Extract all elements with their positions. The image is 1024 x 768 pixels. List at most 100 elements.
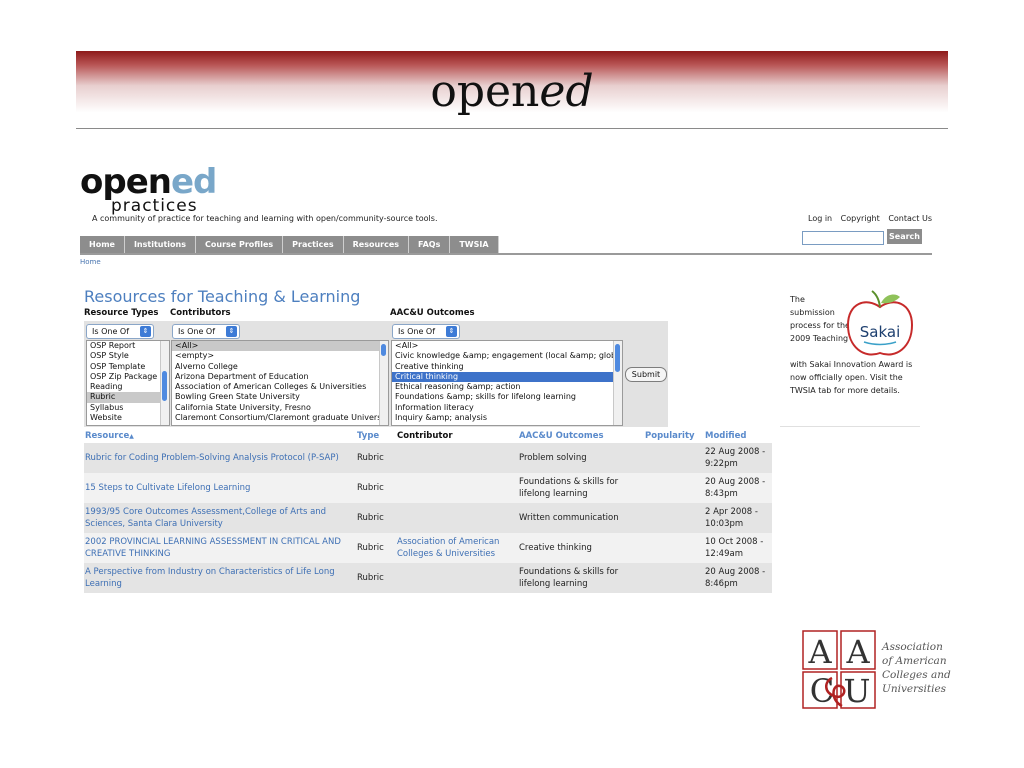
types-operator-select[interactable]: Is One Of ⇕ bbox=[86, 324, 154, 339]
sidebar-divider bbox=[780, 426, 920, 427]
outcomes-scrollbar[interactable] bbox=[613, 341, 622, 425]
contributors-listbox[interactable]: <All> <empty> Alverno College Arizona De… bbox=[171, 340, 389, 426]
award-text-b: with Sakai Innovation Award is now offic… bbox=[790, 360, 913, 395]
list-item[interactable]: <empty> bbox=[172, 351, 388, 361]
list-item[interactable]: Arizona Department of Education bbox=[172, 372, 388, 382]
resource-link[interactable]: 15 Steps to Cultivate Lifelong Learning bbox=[84, 473, 356, 503]
list-item-selected[interactable]: Critical thinking bbox=[392, 371, 622, 383]
award-text-a: The submission process for the 2009 Teac… bbox=[790, 295, 850, 343]
nav-course-profiles[interactable]: Course Profiles bbox=[196, 236, 284, 253]
list-item[interactable]: Information literacy bbox=[392, 403, 622, 413]
list-item[interactable]: Civic knowledge &amp; engagement (local … bbox=[392, 351, 622, 361]
outcomes-listbox[interactable]: <All> Civic knowledge &amp; engagement (… bbox=[391, 340, 623, 426]
resource-type: Rubric bbox=[356, 473, 396, 503]
list-item[interactable]: Creative thinking bbox=[392, 362, 622, 372]
types-listbox[interactable]: OSP Report OSP Style OSP Template OSP Zi… bbox=[86, 340, 170, 426]
nav-practices[interactable]: Practices bbox=[283, 236, 344, 253]
copyright-link[interactable]: Copyright bbox=[841, 214, 880, 223]
header-resource[interactable]: Resource▲ bbox=[84, 428, 356, 443]
list-item[interactable]: California State University, Fresno bbox=[172, 403, 388, 413]
header-modified[interactable]: Modified bbox=[704, 428, 772, 443]
resource-type: Rubric bbox=[356, 563, 396, 593]
list-item-selected[interactable]: Rubric bbox=[87, 392, 169, 403]
resource-contributor[interactable] bbox=[396, 503, 518, 533]
list-item[interactable]: Ethical reasoning &amp; action bbox=[392, 382, 622, 392]
list-item[interactable]: Inquiry &amp; analysis bbox=[392, 413, 622, 423]
aacu-name-line: Universities bbox=[882, 683, 947, 695]
resource-modified: 20 Aug 2008 - 8:43pm bbox=[704, 473, 772, 503]
nav-faqs[interactable]: FAQs bbox=[409, 236, 451, 253]
contributors-scrollbar[interactable] bbox=[379, 341, 388, 425]
table-row: A Perspective from Industry on Character… bbox=[84, 563, 772, 593]
nav-twsia[interactable]: TWSIA bbox=[450, 236, 499, 253]
results-table: Resource▲ Type Contributor AAC&U Outcome… bbox=[84, 428, 772, 593]
types-operator-value: Is One Of bbox=[92, 327, 130, 336]
header-outcomes[interactable]: AAC&U Outcomes bbox=[518, 428, 644, 443]
filter-label-types: Resource Types bbox=[84, 308, 159, 318]
slide-title-bar: opened bbox=[76, 51, 948, 129]
contributors-operator-select[interactable]: Is One Of ⇕ bbox=[172, 324, 240, 339]
aacu-name-line: of American bbox=[882, 655, 947, 667]
table-header-row: Resource▲ Type Contributor AAC&U Outcome… bbox=[84, 428, 772, 443]
login-link[interactable]: Log in bbox=[808, 214, 832, 223]
header-contributor[interactable]: Contributor bbox=[396, 428, 518, 443]
list-item[interactable]: OSP Template bbox=[87, 362, 169, 372]
nav-divider bbox=[80, 253, 932, 255]
scrollbar-thumb[interactable] bbox=[615, 344, 620, 372]
list-item[interactable]: Association of American Colleges & Unive… bbox=[172, 382, 388, 392]
resource-outcome: Creative thinking bbox=[518, 533, 644, 563]
top-links: Log in Copyright Contact Us bbox=[808, 214, 938, 223]
scrollbar-thumb[interactable] bbox=[381, 344, 386, 356]
scrollbar-thumb[interactable] bbox=[162, 371, 167, 401]
list-item[interactable]: OSP Report bbox=[87, 341, 169, 351]
resource-contributor[interactable] bbox=[396, 473, 518, 503]
search-input[interactable] bbox=[802, 231, 884, 245]
list-item[interactable]: Claremont Consortium/Claremont graduate … bbox=[172, 413, 388, 423]
main-nav: Home Institutions Course Profiles Practi… bbox=[80, 236, 499, 253]
sakai-apple-icon[interactable]: Sakai bbox=[844, 289, 916, 363]
list-item[interactable]: Bowling Green State University bbox=[172, 392, 388, 402]
list-item-selected[interactable]: <All> bbox=[172, 341, 388, 352]
nav-institutions[interactable]: Institutions bbox=[124, 236, 196, 253]
types-scrollbar[interactable] bbox=[160, 341, 169, 425]
resource-outcome: Foundations & skills for lifelong learni… bbox=[518, 473, 644, 503]
breadcrumb[interactable]: Home bbox=[80, 258, 101, 266]
header-popularity[interactable]: Popularity bbox=[644, 428, 704, 443]
submit-button[interactable]: Submit bbox=[625, 367, 667, 382]
list-item[interactable]: OSP Style bbox=[87, 351, 169, 361]
resource-link[interactable]: A Perspective from Industry on Character… bbox=[84, 563, 356, 593]
search-button[interactable]: Search bbox=[887, 229, 922, 244]
list-item[interactable]: <All> bbox=[392, 341, 622, 351]
list-item[interactable]: OSP Zip Package bbox=[87, 372, 169, 382]
resource-contributor[interactable] bbox=[396, 563, 518, 593]
resource-link[interactable]: Rubric for Coding Problem-Solving Analys… bbox=[84, 443, 356, 473]
resource-link[interactable]: 2002 PROVINCIAL LEARNING ASSESSMENT IN C… bbox=[84, 533, 356, 563]
resource-popularity bbox=[644, 563, 704, 593]
aacu-letter-a1: A bbox=[807, 633, 832, 671]
resource-outcome: Problem solving bbox=[518, 443, 644, 473]
list-item[interactable]: Syllabus bbox=[87, 403, 169, 413]
resource-type: Rubric bbox=[356, 503, 396, 533]
nav-resources[interactable]: Resources bbox=[343, 236, 410, 253]
outcomes-operator-select[interactable]: Is One Of ⇕ bbox=[392, 324, 460, 339]
chevron-updown-icon: ⇕ bbox=[446, 326, 457, 337]
aacu-letter-u: U bbox=[844, 672, 871, 710]
nav-home[interactable]: Home bbox=[80, 236, 125, 253]
sort-ascending-icon: ▲ bbox=[129, 432, 134, 440]
list-item[interactable]: Website bbox=[87, 413, 169, 423]
aacu-letter-a2: A bbox=[845, 633, 870, 671]
list-item[interactable]: Alverno College bbox=[172, 362, 388, 372]
resource-contributor[interactable] bbox=[396, 443, 518, 473]
list-item[interactable]: Foundations &amp; skills for lifelong le… bbox=[392, 392, 622, 402]
table-row: 1993/95 Core Outcomes Assessment,College… bbox=[84, 503, 772, 533]
site-logo[interactable]: opened practices bbox=[80, 165, 217, 216]
list-item[interactable]: Reading bbox=[87, 382, 169, 392]
resource-modified: 20 Aug 2008 - 8:46pm bbox=[704, 563, 772, 593]
header-type[interactable]: Type bbox=[356, 428, 396, 443]
resource-modified: 10 Oct 2008 - 12:49am bbox=[704, 533, 772, 563]
resource-contributor[interactable]: Association of American Colleges & Unive… bbox=[396, 533, 518, 563]
contributors-operator-value: Is One Of bbox=[178, 327, 216, 336]
site-tagline: A community of practice for teaching and… bbox=[92, 214, 438, 223]
contact-link[interactable]: Contact Us bbox=[888, 214, 932, 223]
resource-link[interactable]: 1993/95 Core Outcomes Assessment,College… bbox=[84, 503, 356, 533]
